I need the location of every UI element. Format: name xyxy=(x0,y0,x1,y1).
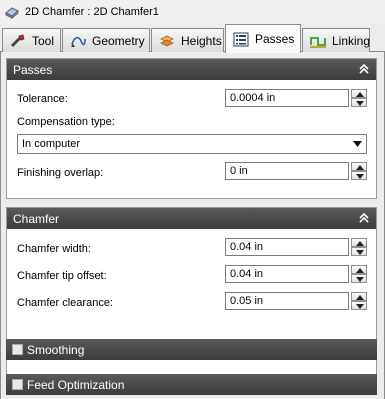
tolerance-field[interactable]: 0.0004 in xyxy=(225,89,349,107)
chamfer-tip-offset-spinner[interactable] xyxy=(351,265,367,283)
finishing-overlap-label: Finishing overlap: xyxy=(17,167,104,179)
chamfer-clearance-field[interactable]: 0.05 in xyxy=(225,292,349,310)
title-bar: 2D Chamfer : 2D Chamfer1 xyxy=(0,0,385,24)
passes-section: Passes Tolerance: 0.0004 in Compensation… xyxy=(6,58,377,199)
tab-heights-label: Heights xyxy=(181,33,222,48)
chamfer-clearance-spinner[interactable] xyxy=(351,292,367,310)
spin-up-button[interactable] xyxy=(351,162,367,171)
tab-heights[interactable]: Heights xyxy=(151,28,224,52)
tab-geometry[interactable]: Geometry xyxy=(62,28,150,52)
tab-tool[interactable]: Tool xyxy=(2,28,61,52)
chamfer-tip-offset-field[interactable]: 0.04 in xyxy=(225,265,349,283)
heights-icon xyxy=(160,35,174,46)
feed-optimization-section-header[interactable]: Feed Optimization xyxy=(6,374,377,395)
passes-icon xyxy=(233,32,249,47)
spin-down-button[interactable] xyxy=(351,247,367,256)
geometry-icon xyxy=(71,36,86,47)
chamfer-section-header[interactable]: Chamfer xyxy=(7,208,376,229)
tool-icon xyxy=(10,34,25,47)
window-title: 2D Chamfer : 2D Chamfer1 xyxy=(25,6,159,18)
collapse-icon[interactable] xyxy=(358,212,370,224)
smoothing-checkbox[interactable] xyxy=(12,344,23,355)
smoothing-section: Smoothing xyxy=(6,339,377,362)
spin-up-button[interactable] xyxy=(351,265,367,274)
chamfer-operation-icon xyxy=(5,7,19,20)
chamfer-width-label: Chamfer width: xyxy=(17,243,91,255)
spin-up-button[interactable] xyxy=(351,292,367,301)
passes-section-title: Passes xyxy=(13,62,53,77)
chamfer-clearance-label: Chamfer clearance: xyxy=(17,297,113,309)
linking-icon xyxy=(310,36,326,48)
tab-bar: Tool Geometry Heights Passes Linking xyxy=(0,24,385,53)
tab-passes[interactable]: Passes xyxy=(225,24,301,53)
feed-optimization-section: Feed Optimization xyxy=(6,374,377,397)
chamfer-section-title: Chamfer xyxy=(13,211,60,226)
finishing-overlap-spinner[interactable] xyxy=(351,162,367,180)
compensation-type-select[interactable]: In computer xyxy=(17,134,367,154)
collapse-icon[interactable] xyxy=(358,63,370,75)
chamfer-tip-offset-label: Chamfer tip offset: xyxy=(17,270,107,282)
feed-optimization-checkbox[interactable] xyxy=(12,379,23,390)
chamfer-width-field[interactable]: 0.04 in xyxy=(225,238,349,256)
passes-section-header[interactable]: Passes xyxy=(7,59,376,80)
spin-down-button[interactable] xyxy=(351,301,367,310)
feed-optimization-section-title: Feed Optimization xyxy=(27,377,125,392)
chevron-down-icon xyxy=(353,141,362,147)
spin-up-button[interactable] xyxy=(351,89,367,98)
tab-geometry-label: Geometry xyxy=(92,33,145,48)
spin-down-button[interactable] xyxy=(351,171,367,180)
spin-up-button[interactable] xyxy=(351,238,367,247)
smoothing-section-title: Smoothing xyxy=(27,342,85,357)
compensation-type-label: Compensation type: xyxy=(17,116,115,128)
tab-content-passes: Passes Tolerance: 0.0004 in Compensation… xyxy=(0,52,385,399)
tab-passes-label: Passes xyxy=(255,32,295,46)
tab-linking-label: Linking xyxy=(332,33,371,48)
tolerance-spinner[interactable] xyxy=(351,89,367,107)
compensation-type-value: In computer xyxy=(22,138,81,150)
tab-tool-label: Tool xyxy=(32,33,55,48)
spin-down-button[interactable] xyxy=(351,274,367,283)
tolerance-label: Tolerance: xyxy=(17,93,68,105)
finishing-overlap-field[interactable]: 0 in xyxy=(225,162,349,180)
smoothing-section-header[interactable]: Smoothing xyxy=(6,339,377,360)
chamfer-width-spinner[interactable] xyxy=(351,238,367,256)
tab-linking[interactable]: Linking xyxy=(302,28,370,52)
spin-down-button[interactable] xyxy=(351,98,367,107)
